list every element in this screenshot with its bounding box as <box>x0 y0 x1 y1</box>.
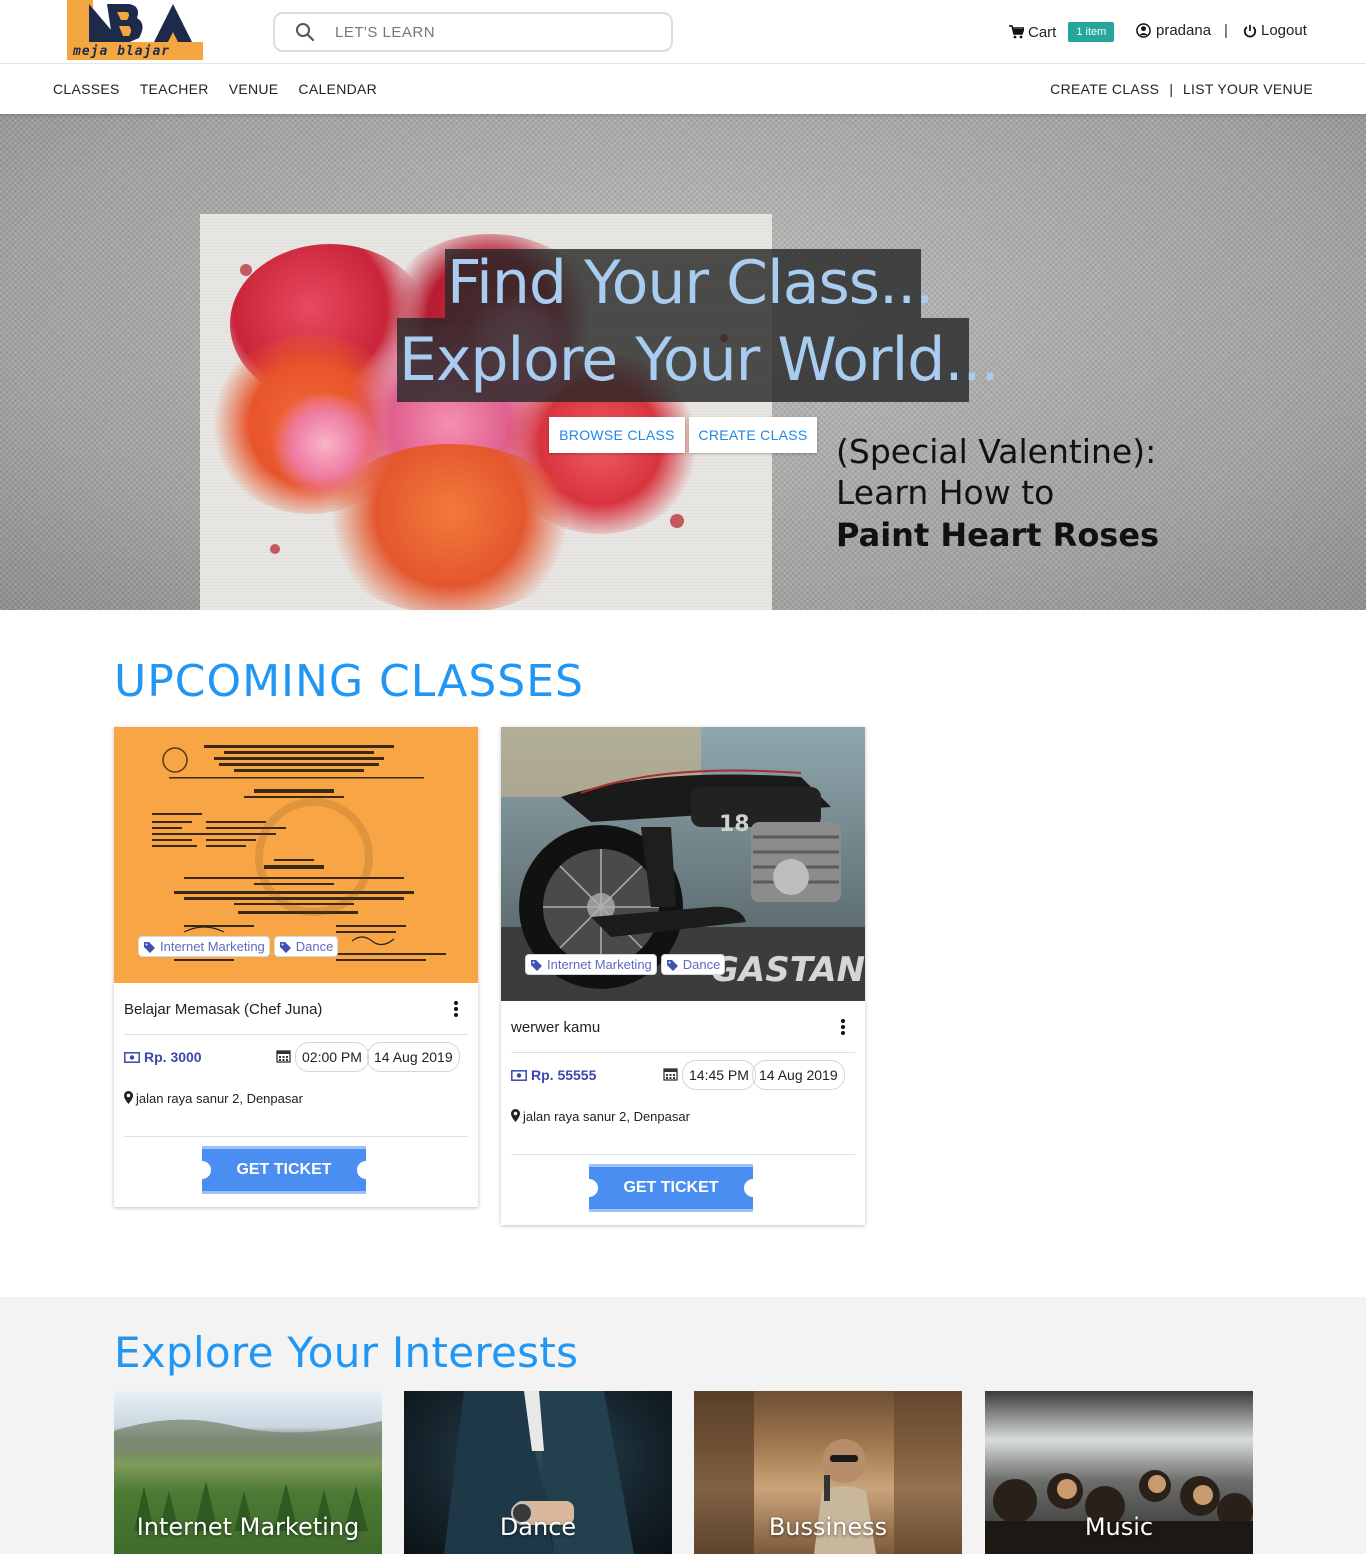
logo-mark-icon <box>67 0 193 44</box>
location-text: jalan raya sanur 2, Denpasar <box>136 1091 303 1106</box>
class-image-certificate[interactable]: Internet Marketing Dance <box>114 727 478 983</box>
class-title[interactable]: werwer kamu <box>511 1019 600 1036</box>
class-date: 14 Aug 2019 <box>752 1060 845 1090</box>
tag-label: Internet Marketing <box>547 957 652 972</box>
nav-calendar[interactable]: CALENDAR <box>298 81 377 97</box>
class-card: 18 GASTANK Internet Marketing Dance <box>501 727 865 1225</box>
price-value: Rp. 55555 <box>531 1067 597 1083</box>
search-input[interactable] <box>335 20 655 44</box>
search-box[interactable] <box>273 12 673 52</box>
tag-chip[interactable]: Internet Marketing <box>138 936 270 957</box>
user-circle-icon <box>1136 23 1151 38</box>
hero-headline-1: Find Your Class... <box>445 248 934 318</box>
svg-text:18: 18 <box>719 812 750 837</box>
tile-label: Music <box>1084 1513 1154 1541</box>
class-time: 02:00 PM <box>295 1042 369 1072</box>
nav-venue[interactable]: VENUE <box>229 81 279 97</box>
site-logo[interactable]: meja blajar <box>67 0 203 60</box>
money-icon <box>511 1069 527 1081</box>
user-menu[interactable]: pradana <box>1136 22 1211 39</box>
nav-separator: | <box>1169 81 1173 97</box>
interests-title: Explore Your Interests <box>114 1328 579 1377</box>
search-icon[interactable] <box>295 22 315 42</box>
class-card: Internet Marketing Dance Belajar Memasak… <box>114 727 478 1207</box>
tile-label: Internet Marketing <box>136 1513 360 1541</box>
header-separator: | <box>1224 22 1228 39</box>
calendar-icon <box>276 1050 291 1063</box>
class-image-motorcycle[interactable]: 18 GASTANK Internet Marketing Dance <box>501 727 865 1001</box>
promo-line-2: Learn How to <box>836 473 1055 512</box>
logo-text: meja blajar <box>73 44 171 59</box>
calendar-icon <box>663 1068 678 1081</box>
class-price: Rp. 3000 <box>124 1049 202 1065</box>
map-marker-icon <box>511 1109 520 1122</box>
nav-classes[interactable]: CLASSES <box>53 81 120 97</box>
tag-icon <box>666 959 678 971</box>
money-icon <box>124 1051 140 1063</box>
main-nav: CLASSES TEACHER VENUE CALENDAR CREATE CL… <box>0 64 1366 114</box>
tag-chip[interactable]: Dance <box>273 936 339 957</box>
nav-teacher[interactable]: TEACHER <box>140 81 209 97</box>
tag-label: Dance <box>682 957 721 972</box>
nav-create-class[interactable]: CREATE CLASS <box>1050 81 1159 97</box>
username: pradana <box>1156 22 1212 39</box>
cart-label: Cart <box>1028 23 1057 41</box>
class-location: jalan raya sanur 2, Denpasar <box>511 1099 855 1155</box>
upcoming-classes-title: UPCOMING CLASSES <box>114 656 584 707</box>
logout-link[interactable]: Logout <box>1243 22 1307 39</box>
power-icon <box>1243 24 1257 37</box>
tag-icon <box>144 941 155 953</box>
price-value: Rp. 3000 <box>144 1049 202 1065</box>
create-class-button[interactable]: CREATE CLASS <box>689 417 817 453</box>
class-location: jalan raya sanur 2, Denpasar <box>124 1081 468 1137</box>
tag-icon <box>531 959 542 971</box>
browse-class-button[interactable]: BROWSE CLASS <box>549 417 685 453</box>
promo-line-3: Paint Heart Roses <box>836 516 1160 554</box>
cart-icon <box>1009 25 1024 39</box>
class-time: 14:45 PM <box>682 1060 756 1090</box>
tag-chip[interactable]: Dance <box>660 954 726 975</box>
promo-line-1: (Special Valentine): <box>836 432 1157 471</box>
nav-list-venue[interactable]: LIST YOUR VENUE <box>1183 81 1313 97</box>
logout-label: Logout <box>1261 22 1307 39</box>
interest-tile-music[interactable]: Music <box>985 1391 1253 1554</box>
class-date: 14 Aug 2019 <box>367 1042 460 1072</box>
hero-banner: Find Your Class... Explore Your World...… <box>0 114 1366 610</box>
image-watermark: GASTANK <box>711 950 865 990</box>
interest-tile-internet-marketing[interactable]: Internet Marketing <box>114 1391 382 1554</box>
interest-tile-bussiness[interactable]: Bussiness <box>694 1391 962 1554</box>
get-ticket-button[interactable]: GET TICKET <box>580 1164 762 1212</box>
tile-label: Dance <box>499 1513 577 1541</box>
top-header: meja blajar Cart 1 item pradana | <box>0 0 1366 64</box>
more-options-icon[interactable] <box>452 999 460 1019</box>
more-options-icon[interactable] <box>839 1017 847 1037</box>
cart-count-badge: 1 item <box>1068 22 1115 42</box>
tag-chip[interactable]: Internet Marketing <box>525 954 657 975</box>
get-ticket-button[interactable]: GET TICKET <box>193 1146 375 1194</box>
interest-tile-dance[interactable]: Dance <box>404 1391 672 1554</box>
cart-link[interactable]: Cart 1 item <box>1009 22 1115 42</box>
location-text: jalan raya sanur 2, Denpasar <box>523 1109 690 1124</box>
tag-icon <box>279 941 291 953</box>
hero-promo: (Special Valentine): Learn How to Paint … <box>836 432 1159 556</box>
class-title[interactable]: Belajar Memasak (Chef Juna) <box>124 1001 322 1018</box>
map-marker-icon <box>124 1091 133 1104</box>
class-price: Rp. 55555 <box>511 1067 596 1083</box>
tag-label: Internet Marketing <box>160 939 265 954</box>
tile-label: Bussiness <box>768 1513 888 1541</box>
tag-label: Dance <box>295 939 334 954</box>
hero-headline-2: Explore Your World... <box>397 318 1000 402</box>
